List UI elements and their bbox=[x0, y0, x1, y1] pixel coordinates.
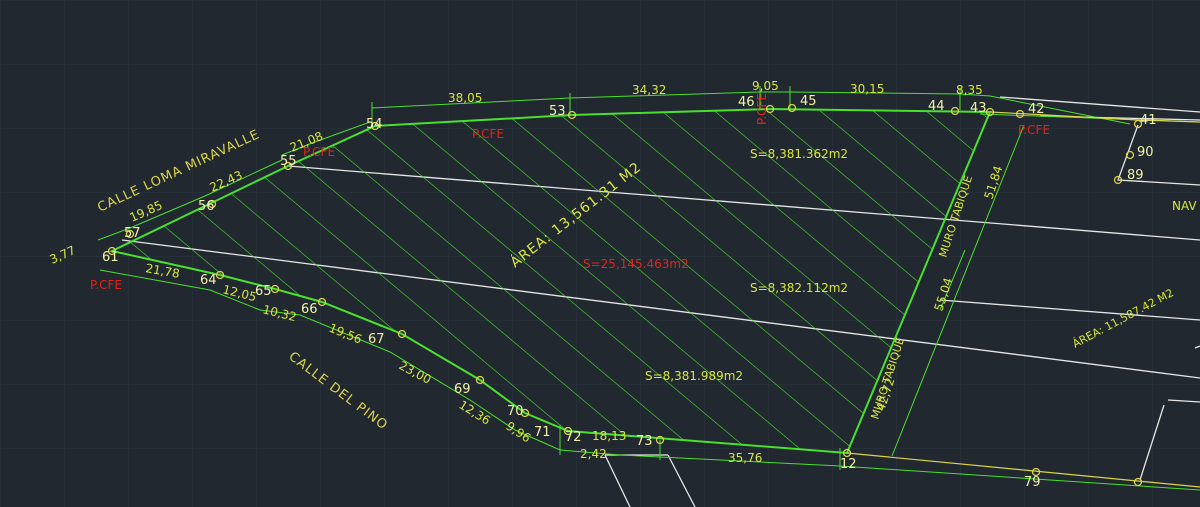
vertex-label: 57 bbox=[124, 226, 141, 241]
vertex-label: 89 bbox=[1127, 168, 1144, 183]
vertex-label: 72 bbox=[565, 430, 582, 445]
dimension-label: 30,15 bbox=[850, 82, 884, 96]
vertex-label: 73 bbox=[636, 434, 653, 449]
dimension-label: 35,76 bbox=[728, 451, 762, 465]
dimension-label: 9,05 bbox=[752, 79, 779, 93]
dimension-label: 38,05 bbox=[448, 91, 482, 105]
vertex-label: 53 bbox=[549, 104, 566, 119]
site-plan-drawing: CALLE LOMA MIRAVALLE CALLE DEL PINO ÁREA… bbox=[0, 0, 1200, 507]
vertex-label: 61 bbox=[102, 250, 119, 265]
dimension-label: 34,32 bbox=[632, 83, 666, 97]
vertex-label: 90 bbox=[1137, 145, 1154, 160]
vertex-label: 66 bbox=[301, 302, 318, 317]
cfe-label-3: P.CFE bbox=[90, 278, 122, 292]
dimension-label: 18,13 bbox=[592, 429, 626, 443]
vertex-label: 42 bbox=[1028, 102, 1045, 117]
partial-area-3: S=8,381.989m2 bbox=[645, 369, 743, 383]
cfe-label-4: P.CFE bbox=[1018, 123, 1050, 137]
area-total-label: S=25,145.463m2 bbox=[583, 257, 689, 271]
vertex-label: 79 bbox=[1024, 475, 1041, 490]
cfe-label-1: P.CFE bbox=[472, 127, 504, 141]
vertex-label: 56 bbox=[198, 199, 215, 214]
vertex-label: 46 bbox=[738, 95, 755, 110]
vertex-label: 43 bbox=[970, 101, 987, 116]
vertex-label: 55 bbox=[280, 154, 297, 169]
vertex-label: 45 bbox=[800, 94, 817, 109]
vertex-label: 54 bbox=[366, 117, 383, 132]
partial-area-2: S=8,382.112m2 bbox=[750, 281, 848, 295]
vertex-label: 71 bbox=[534, 425, 551, 440]
cad-viewport[interactable]: CALLE LOMA MIRAVALLE CALLE DEL PINO ÁREA… bbox=[0, 0, 1200, 507]
vertex-label: 41 bbox=[1140, 113, 1157, 128]
neighbor-truncated-label: NAV bbox=[1172, 199, 1197, 213]
vertex-label: 69 bbox=[454, 382, 471, 397]
vertex-label: 70 bbox=[507, 404, 524, 419]
vertex-label: 67 bbox=[368, 332, 385, 347]
cfe-marker: P.CFE bbox=[755, 93, 769, 125]
vertex-label: 64 bbox=[200, 273, 217, 288]
vertex-label: 44 bbox=[928, 99, 945, 114]
vertex-label: 12 bbox=[840, 457, 857, 472]
dimension-label: 8,35 bbox=[956, 83, 983, 97]
dimension-label: 2,42 bbox=[580, 447, 607, 461]
partial-area-1: S=8,381.362m2 bbox=[750, 147, 848, 161]
